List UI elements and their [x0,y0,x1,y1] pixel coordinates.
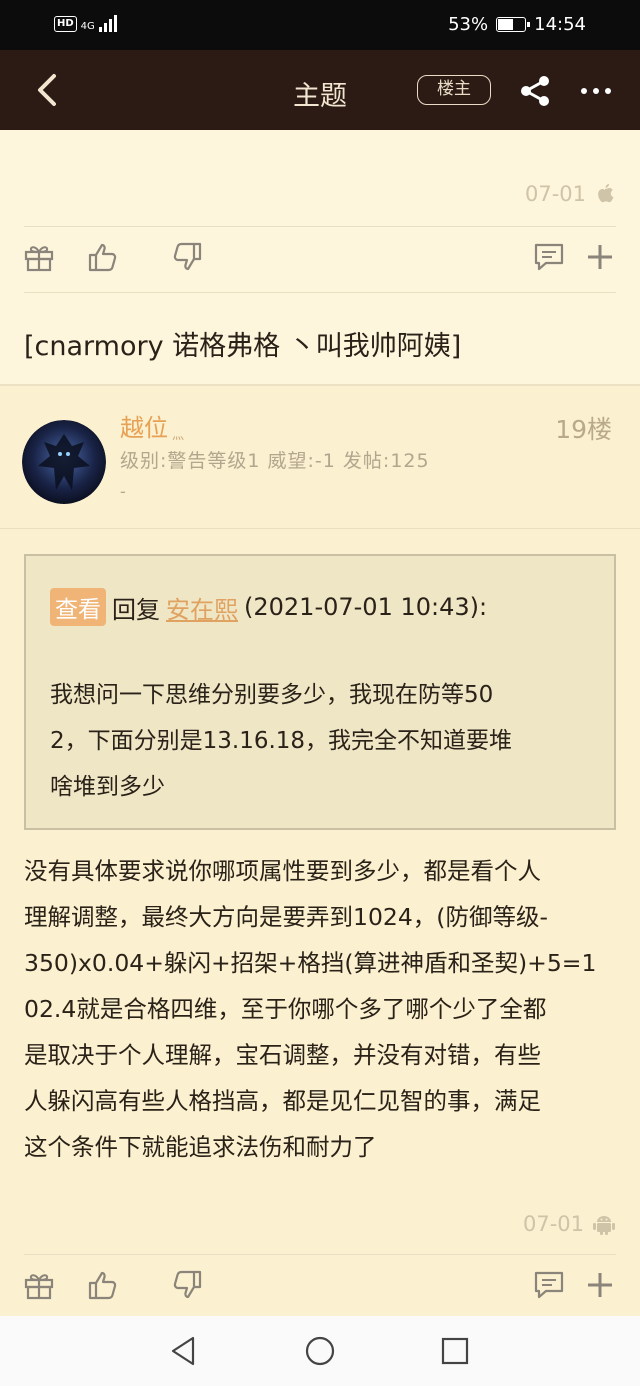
username[interactable]: 越位 灬 [120,408,185,443]
body-line: 没有具体要求说你哪项属性要到多少，都是看个人 [24,857,541,885]
body-line: 人躲闪高有些人格挡高，都是见仁见智的事，满足 [24,1087,541,1115]
post-meta: 07-01 [525,182,616,206]
divider [24,226,616,227]
comment-icon[interactable] [532,1268,566,1302]
thumbs-up-icon[interactable] [86,1268,120,1302]
post-meta: 07-01 [523,1212,616,1236]
divider [24,1254,616,1255]
comment-icon[interactable] [532,240,566,274]
system-nav-bar [0,1316,640,1386]
body-line: 02.4就是合格四维，至于你哪个多了哪个少了全都 [24,995,547,1023]
battery-icon [496,17,531,32]
username-decoration: 灬 [172,428,186,442]
nav-back-icon[interactable] [166,1334,200,1368]
quote-line: 啥堆到多少 [50,774,165,800]
share-icon[interactable] [518,74,552,108]
signal-indicator: HD 4G [54,14,117,32]
signal-bars-icon [98,14,117,32]
back-arrow-icon[interactable] [28,70,68,110]
post-date: 07-01 [524,182,586,206]
gift-icon[interactable] [22,1268,56,1302]
quote-line: 我想问一下思维分别要多少，我现在防等50 [50,682,494,708]
thumbs-down-icon[interactable] [170,240,204,274]
quote-line: 2，下面分别是13.16.18，我完全不知道要堆 [50,728,513,754]
quoted-reply: 查看 回复 安在熙 (2021-07-01 10:43): 我想问一下思维分别要… [24,554,616,830]
android-icon [593,1216,615,1235]
view-quote-button[interactable]: 查看 [50,588,106,626]
add-icon[interactable] [583,1268,617,1302]
status-bar: HD 4G 53% 14:54 [0,0,640,50]
nav-recents-icon[interactable] [438,1334,472,1368]
quote-body: 我想问一下思维分别要多少，我现在防等50 2，下面分别是13.16.18，我完全… [50,672,590,810]
user-stats-extra: - [120,482,126,501]
divider [0,528,640,529]
body-line: 理解调整，最终大方向是要弄到1024，(防御等级- [24,903,548,931]
post-floor-19: 越位 灬 19楼 级别:警告等级1 威望:-1 发帖:125 - 查看 回复 安… [0,384,640,1316]
post-body: 没有具体要求说你哪项属性要到多少，都是看个人 理解调整，最终大方向是要弄到102… [24,848,620,1170]
clock: 14:54 [534,14,586,35]
user-stats: 级别:警告等级1 威望:-1 发帖:125 [120,450,430,472]
quote-header: 查看 回复 安在熙 (2021-07-01 10:43): [50,588,487,626]
post-actions [0,1268,640,1308]
nav-home-icon[interactable] [303,1334,337,1368]
apple-icon [598,184,614,203]
floor-number: 19楼 [555,415,612,444]
gift-icon[interactable] [22,240,56,274]
more-options-icon[interactable] [578,76,614,106]
network-type: 4G [80,21,95,32]
divider [24,292,616,293]
battery-percent: 53% [448,14,489,35]
thumbs-down-icon[interactable] [170,1268,204,1302]
post-actions [0,240,640,280]
body-line: 350)x0.04+躲闪+招架+格挡(算进神盾和圣契)+5=1 [24,949,597,977]
signature-text: [cnarmory 诺格弗格 丶叫我帅阿姨] [24,331,462,362]
thumbs-up-icon[interactable] [86,240,120,274]
top-bar: 主题 楼主 [0,50,640,130]
body-line: 是取决于个人理解，宝石调整，并没有对错，有些 [24,1041,541,1069]
reply-label: 回复 [112,595,160,624]
only-op-button[interactable]: 楼主 [417,75,491,105]
quoted-user-link[interactable]: 安在熙 [166,590,238,625]
hd-badge: HD [54,16,77,32]
quote-time: (2021-07-01 10:43): [244,593,488,621]
avatar[interactable] [22,420,106,504]
body-line: 这个条件下就能追求法伤和耐力了 [24,1133,377,1161]
add-icon[interactable] [583,240,617,274]
post-date: 07-01 [522,1212,584,1236]
username-text: 越位 [120,414,168,442]
